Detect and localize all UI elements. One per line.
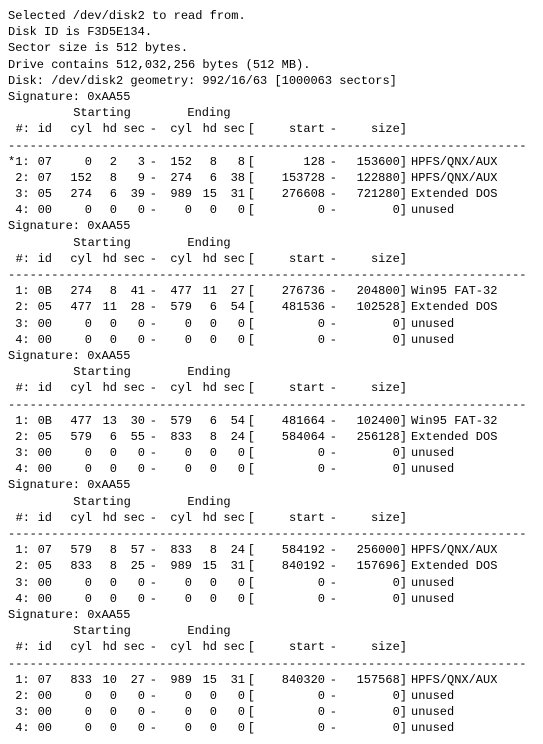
partition-type: HPFS/QNX/AUX <box>407 542 497 558</box>
starting-label: Starting <box>52 235 152 251</box>
disk-geometry: Disk: /dev/disk2 geometry: 992/16/63 [10… <box>8 73 535 89</box>
partition-type: unused <box>407 591 454 607</box>
column-header: #:idcylhdsec-cylhdsec[start-size] <box>8 639 535 655</box>
partition-row: 4:00000-000[0-0]unused <box>8 332 535 348</box>
partition-type: unused <box>407 720 454 736</box>
partition-row: *1:07023-15288[128-153600]HPFS/QNX/AUX <box>8 154 535 170</box>
starting-label: Starting <box>52 105 152 121</box>
partition-row: 2:0715289-274638[153728-122880]HPFS/QNX/… <box>8 170 535 186</box>
partition-row: 4:00000-000[0-0]unused <box>8 591 535 607</box>
column-header-groups: Starting Ending <box>8 623 535 639</box>
partition-type: Extended DOS <box>407 299 497 315</box>
partition-row: 1:0B274841-4771127[276736-204800]Win95 F… <box>8 283 535 299</box>
divider-line: ----------------------------------------… <box>8 138 535 154</box>
partition-row: 4:00000-000[0-0]unused <box>8 461 535 477</box>
ending-label: Ending <box>164 364 254 380</box>
ending-label: Ending <box>164 494 254 510</box>
info-diskid: Disk ID is F3D5E134. <box>8 24 535 40</box>
partition-row: 2:05579655-833824[584064-256128]Extended… <box>8 429 535 445</box>
partition-type: unused <box>407 688 454 704</box>
column-header: #:idcylhdsec-cylhdsec[start-size] <box>8 510 535 526</box>
column-header: #:idcylhdsec-cylhdsec[start-size] <box>8 380 535 396</box>
divider-line: ----------------------------------------… <box>8 656 535 672</box>
signature-line: Signature: 0xAA55 <box>8 89 535 105</box>
signature-line: Signature: 0xAA55 <box>8 218 535 234</box>
partition-type: Win95 FAT-32 <box>407 283 497 299</box>
signature-line: Signature: 0xAA55 <box>8 607 535 623</box>
partition-row: 4:00000-000[0-0]unused <box>8 202 535 218</box>
info-sector: Sector size is 512 bytes. <box>8 40 535 56</box>
divider-line: ----------------------------------------… <box>8 526 535 542</box>
partition-type: HPFS/QNX/AUX <box>407 170 497 186</box>
partition-type: unused <box>407 202 454 218</box>
column-header: #:idcylhdsec-cylhdsec[start-size] <box>8 121 535 137</box>
partition-row: 3:00000-000[0-0]unused <box>8 575 535 591</box>
partition-row: 3:00000-000[0-0]unused <box>8 445 535 461</box>
ending-label: Ending <box>164 105 254 121</box>
signature-line: Signature: 0xAA55 <box>8 348 535 364</box>
info-drive: Drive contains 512,032,256 bytes (512 MB… <box>8 57 535 73</box>
partition-row: 1:07579857-833824[584192-256000]HPFS/QNX… <box>8 542 535 558</box>
partition-type: unused <box>407 445 454 461</box>
partition-type: Win95 FAT-32 <box>407 413 497 429</box>
partition-row: 3:00000-000[0-0]unused <box>8 316 535 332</box>
column-header-groups: Starting Ending <box>8 235 535 251</box>
partition-type: unused <box>407 332 454 348</box>
partition-row: 2:00000-000[0-0]unused <box>8 688 535 704</box>
ending-label: Ending <box>164 235 254 251</box>
ending-label: Ending <box>164 623 254 639</box>
partition-type: Extended DOS <box>407 429 497 445</box>
starting-label: Starting <box>52 623 152 639</box>
divider-line: ----------------------------------------… <box>8 397 535 413</box>
info-selected: Selected /dev/disk2 to read from. <box>8 8 535 24</box>
column-header: #:idcylhdsec-cylhdsec[start-size] <box>8 251 535 267</box>
partition-type: HPFS/QNX/AUX <box>407 154 497 170</box>
starting-label: Starting <box>52 364 152 380</box>
partition-type: unused <box>407 575 454 591</box>
partition-type: unused <box>407 316 454 332</box>
partition-row: 1:078331027-9891531[840320-157568]HPFS/Q… <box>8 672 535 688</box>
terminal-output: Selected /dev/disk2 to read from.Disk ID… <box>8 8 535 736</box>
divider-line: ----------------------------------------… <box>8 267 535 283</box>
partition-type: HPFS/QNX/AUX <box>407 672 497 688</box>
partition-row: 3:05274639-9891531[276608-721280]Extende… <box>8 186 535 202</box>
partition-row: 2:054771128-579654[481536-102528]Extende… <box>8 299 535 315</box>
partition-row: 2:05833825-9891531[840192-157696]Extende… <box>8 558 535 574</box>
column-header-groups: Starting Ending <box>8 494 535 510</box>
partition-type: unused <box>407 461 454 477</box>
partition-type: Extended DOS <box>407 186 497 202</box>
partition-row: 1:0B4771330-579654[481664-102400]Win95 F… <box>8 413 535 429</box>
partition-type: Extended DOS <box>407 558 497 574</box>
partition-row: 4:00000-000[0-0]unused <box>8 720 535 736</box>
column-header-groups: Starting Ending <box>8 105 535 121</box>
signature-line: Signature: 0xAA55 <box>8 477 535 493</box>
partition-row: 3:00000-000[0-0]unused <box>8 704 535 720</box>
partition-type: unused <box>407 704 454 720</box>
column-header-groups: Starting Ending <box>8 364 535 380</box>
starting-label: Starting <box>52 494 152 510</box>
